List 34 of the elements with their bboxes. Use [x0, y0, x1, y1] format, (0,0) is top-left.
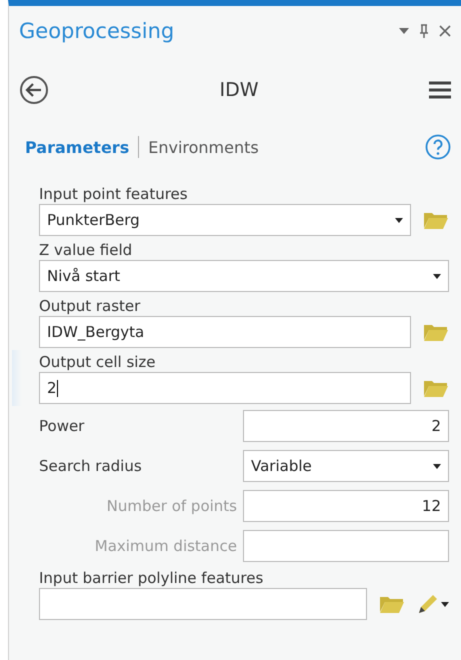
help-icon[interactable]	[425, 134, 451, 160]
parameter-label: Input point features	[39, 184, 189, 204]
folder-icon[interactable]	[379, 594, 405, 614]
tab[interactable]: Environments	[148, 138, 259, 156]
pane-title: Geoprocessing	[19, 19, 176, 43]
parameter-label: Number of points	[106, 496, 238, 516]
parameter-label: Input barrier polyline features	[39, 568, 264, 588]
dropdown-field[interactable]: Nivå start	[39, 260, 449, 292]
tool-title: IDW	[218, 79, 260, 101]
dropdown-field[interactable]: Variable	[243, 450, 449, 482]
back-icon[interactable]	[19, 75, 49, 105]
pin-icon[interactable]	[419, 24, 429, 38]
input-field[interactable]: 12	[243, 490, 449, 522]
input-field[interactable]: 2	[243, 410, 449, 442]
parameter-label: Power	[39, 416, 86, 436]
pencil-icon[interactable]	[417, 593, 439, 615]
folder-icon[interactable]	[423, 322, 449, 342]
close-icon[interactable]	[439, 25, 451, 37]
input-field[interactable]: IDW_Bergyta	[39, 316, 411, 348]
parameter-label: Output raster	[39, 296, 142, 316]
tab[interactable]: Parameters	[25, 138, 130, 156]
input-field[interactable]: 2	[39, 372, 411, 404]
folder-icon[interactable]	[423, 378, 449, 398]
parameter-label: Output cell size	[39, 352, 157, 372]
menu-icon[interactable]	[429, 81, 451, 99]
dropdown-caret-icon	[441, 602, 449, 606]
folder-icon[interactable]	[423, 210, 449, 230]
parameter-label: Z value field	[39, 240, 134, 260]
input-field[interactable]	[39, 588, 367, 620]
parameter-label: Search radius	[39, 456, 143, 476]
dropdown-caret-icon[interactable]	[399, 28, 409, 34]
parameter-label: Maximum distance	[94, 536, 238, 556]
dropdown-field[interactable]: PunkterBerg	[39, 204, 411, 236]
input-field[interactable]	[243, 530, 449, 562]
